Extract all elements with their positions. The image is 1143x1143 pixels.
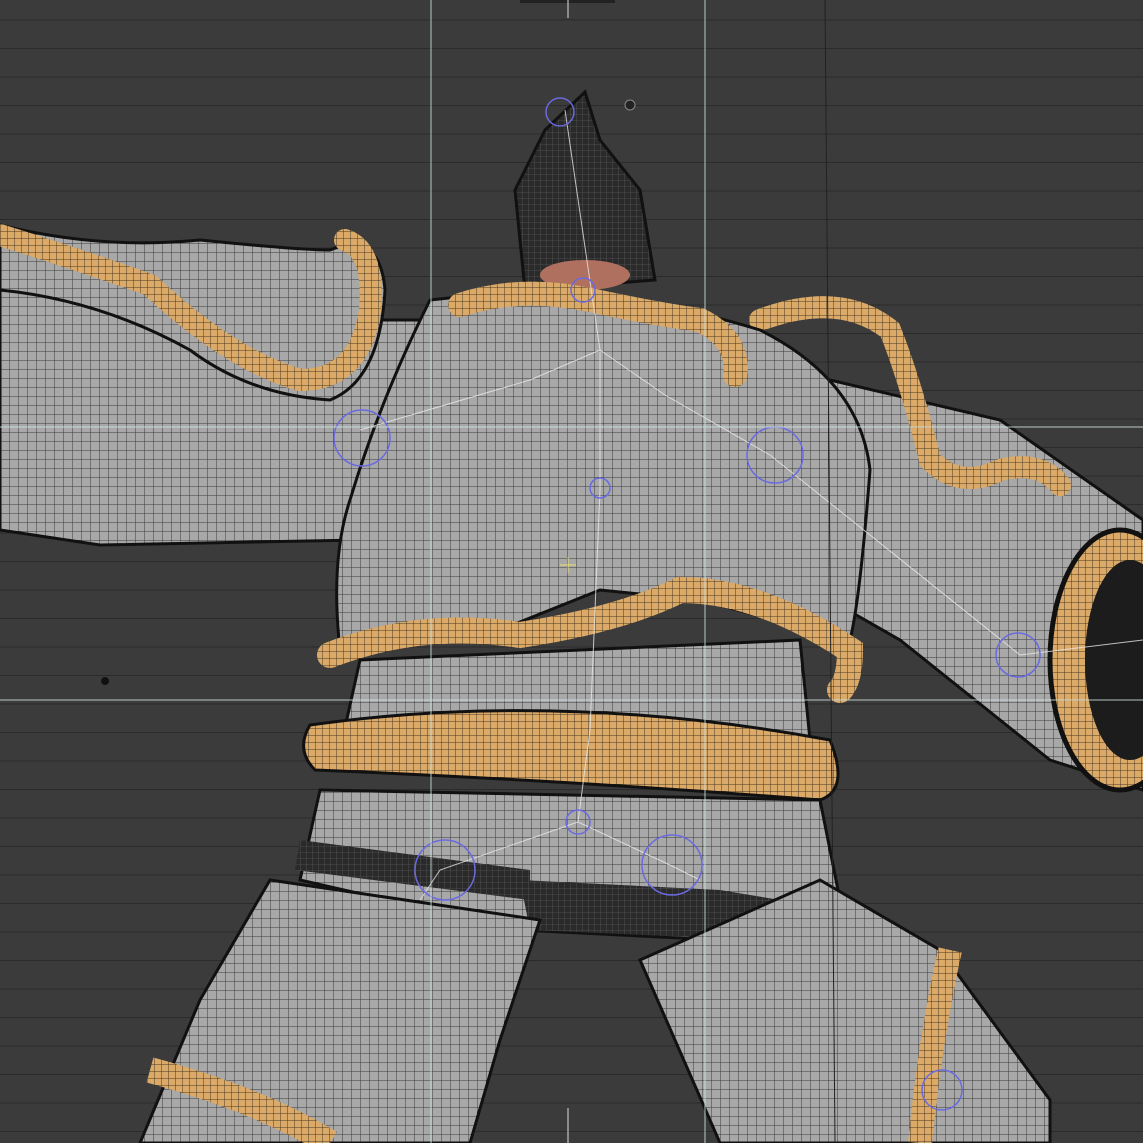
chest-mesh: [335, 292, 872, 652]
3d-viewport[interactable]: [0, 0, 1143, 1143]
pivot-marker: [624, 99, 636, 111]
left-leg-mesh: [138, 878, 542, 1143]
viewport-canvas[interactable]: [0, 0, 1143, 1143]
pivot-marker-2: [101, 677, 109, 685]
